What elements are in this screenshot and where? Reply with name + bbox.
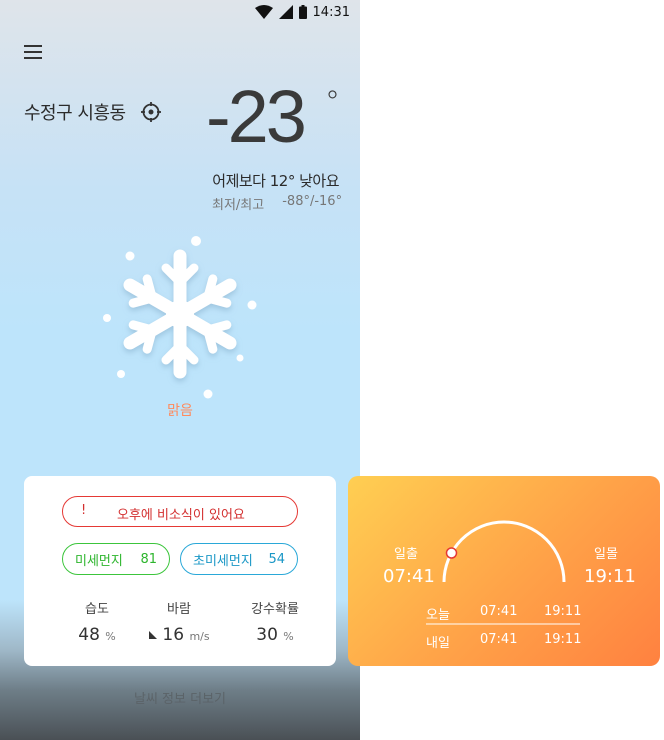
rain-probability-value: 30 [256,625,278,645]
rain-probability-label: 강수확률 [251,602,299,617]
tomorrow-sunrise: 07:41 [480,632,518,647]
status-bar: 14:31 [254,3,350,21]
ultrafine-dust-badge[interactable]: 초미세먼지 54 [180,543,298,575]
current-temperature: -23 [206,75,307,158]
wifi-icon [254,5,273,19]
humidity-stat: 습도 48 % [52,598,142,645]
humidity-unit: % [105,630,116,643]
location-name[interactable]: 수정구 시흥동 [24,99,126,125]
snowflake-icon [103,236,257,399]
sunrise-label: 일출 [394,547,418,562]
alert-message: 오후에 비소식이 있어요 [117,508,245,523]
degree-symbol: ° [325,85,340,120]
sunset-label: 일몰 [594,547,618,562]
min-max-value: -88°/-16° [282,194,343,209]
status-time: 14:31 [312,4,350,20]
min-max-label: 최저/최고 [212,198,265,213]
wind-unit: m/s [189,630,210,643]
weather-condition: 맑음 [167,403,193,419]
wind-label: 바람 [167,602,191,617]
battery-icon [298,5,307,19]
fine-dust-label: 미세먼지 [75,553,123,569]
ultrafine-dust-label: 초미세먼지 [193,553,253,569]
signal-icon [278,5,293,19]
menu-icon[interactable] [24,45,42,59]
sun-position-marker [445,547,458,559]
tomorrow-label: 내일 [426,636,450,651]
sunrise-time: 07:41 [383,566,435,587]
humidity-value: 48 [78,625,100,645]
min-max-temperature: 최저/최고 -88°/-16° [212,194,342,213]
wind-direction-icon [149,631,158,639]
rain-probability-stat: 강수확률 30 % [230,598,320,645]
more-weather-link[interactable]: 날씨 정보 더보기 [120,688,240,707]
rain-probability-unit: % [283,630,294,643]
tomorrow-sunset: 19:11 [544,632,582,647]
rain-alert[interactable]: ! 오후에 비소식이 있어요 [62,496,298,527]
air-quality-card: ! 오후에 비소식이 있어요 미세먼지 81 초미세먼지 54 습도 48 % … [24,476,336,666]
sunset-time: 19:11 [584,566,636,587]
fine-dust-value: 81 [140,551,157,567]
yesterday-comparison: 어제보다 12° 낮아요 [212,172,339,190]
weather-screen: 14:31 수정구 시흥동 -23 ° 어제보다 12° 낮아요 최저/최고 -… [0,0,360,740]
fine-dust-badge[interactable]: 미세먼지 81 [62,543,170,575]
sunrise-sunset-card: 일출 07:41 일몰 19:11 오늘 07:41 19:11 내일 07:4… [348,476,660,666]
wind-stat: 바람 16 m/s [134,598,224,645]
alert-icon: ! [81,503,87,518]
today-sunrise: 07:41 [480,604,518,619]
today-sunset: 19:11 [544,604,582,619]
gps-target-icon[interactable] [141,102,161,122]
wind-value: 16 [162,625,185,645]
today-label: 오늘 [426,608,450,623]
ultrafine-dust-value: 54 [268,551,285,567]
humidity-label: 습도 [85,602,109,617]
